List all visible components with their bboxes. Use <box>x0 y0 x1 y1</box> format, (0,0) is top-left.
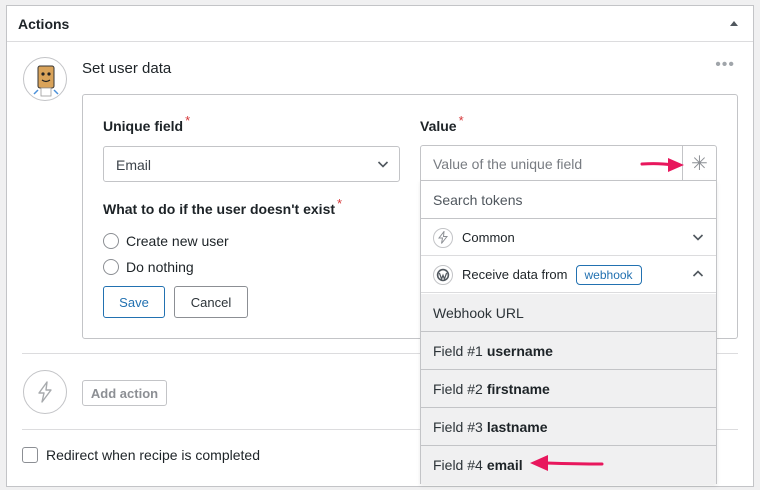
unique-field-selected: Email <box>116 157 152 173</box>
unique-field-label: Unique field * <box>103 113 191 134</box>
token-field-2[interactable]: Field #2 firstname <box>421 370 716 408</box>
option-do-nothing[interactable]: Do nothing <box>103 259 194 275</box>
radio-button[interactable] <box>103 259 119 275</box>
cancel-button[interactable]: Cancel <box>174 286 248 318</box>
redirect-label: Redirect when recipe is completed <box>46 447 260 463</box>
option-label: Do nothing <box>126 259 194 275</box>
group-label: Common <box>462 230 515 245</box>
bolt-icon <box>433 227 453 248</box>
option-create-new-user[interactable]: Create new user <box>103 233 229 249</box>
token-dropdown: Search tokens Common Receive data from w… <box>420 180 717 484</box>
value-placeholder: Value of the unique field <box>433 156 583 172</box>
token-field-1[interactable]: Field #1 username <box>421 332 716 370</box>
group-label: Receive data from <box>462 267 568 282</box>
more-options-icon[interactable]: ••• <box>715 56 735 74</box>
unique-field-select[interactable]: Email <box>103 146 400 182</box>
token-group-common[interactable]: Common <box>421 220 716 256</box>
token-webhook-url[interactable]: Webhook URL <box>421 294 716 332</box>
wordpress-icon <box>433 264 453 285</box>
action-title: Set user data <box>82 60 172 77</box>
required-mark: * <box>458 113 464 128</box>
token-field-3[interactable]: Field #3 lastname <box>421 408 716 446</box>
required-mark: * <box>185 113 191 128</box>
integration-avatar-icon <box>23 57 67 101</box>
add-action-bolt-icon <box>23 370 67 414</box>
add-action-button[interactable]: Add action <box>82 380 167 406</box>
required-mark: * <box>337 196 343 211</box>
token-search-input[interactable]: Search tokens <box>421 181 716 219</box>
value-label: Value * <box>420 113 464 134</box>
token-selector-asterisk-icon[interactable]: ✳ <box>682 146 716 180</box>
not-exist-label: What to do if the user doesn't exist * <box>103 196 343 217</box>
annotation-arrow-icon <box>640 158 684 172</box>
collapse-up-icon[interactable] <box>729 19 739 27</box>
redirect-checkbox[interactable] <box>22 447 38 463</box>
panel-header: Actions <box>7 6 753 42</box>
option-label: Create new user <box>126 233 229 249</box>
webhook-badge: webhook <box>575 264 642 285</box>
chevron-down-icon <box>377 161 389 168</box>
annotation-arrow-icon <box>530 455 604 471</box>
chevron-down-icon <box>692 234 704 241</box>
save-button[interactable]: Save <box>103 286 165 318</box>
radio-button[interactable] <box>103 233 119 249</box>
redirect-option[interactable]: Redirect when recipe is completed <box>22 447 260 463</box>
panel-title: Actions <box>18 16 70 32</box>
chevron-up-icon <box>692 270 704 277</box>
token-group-webhook[interactable]: Receive data from webhook <box>421 257 716 293</box>
